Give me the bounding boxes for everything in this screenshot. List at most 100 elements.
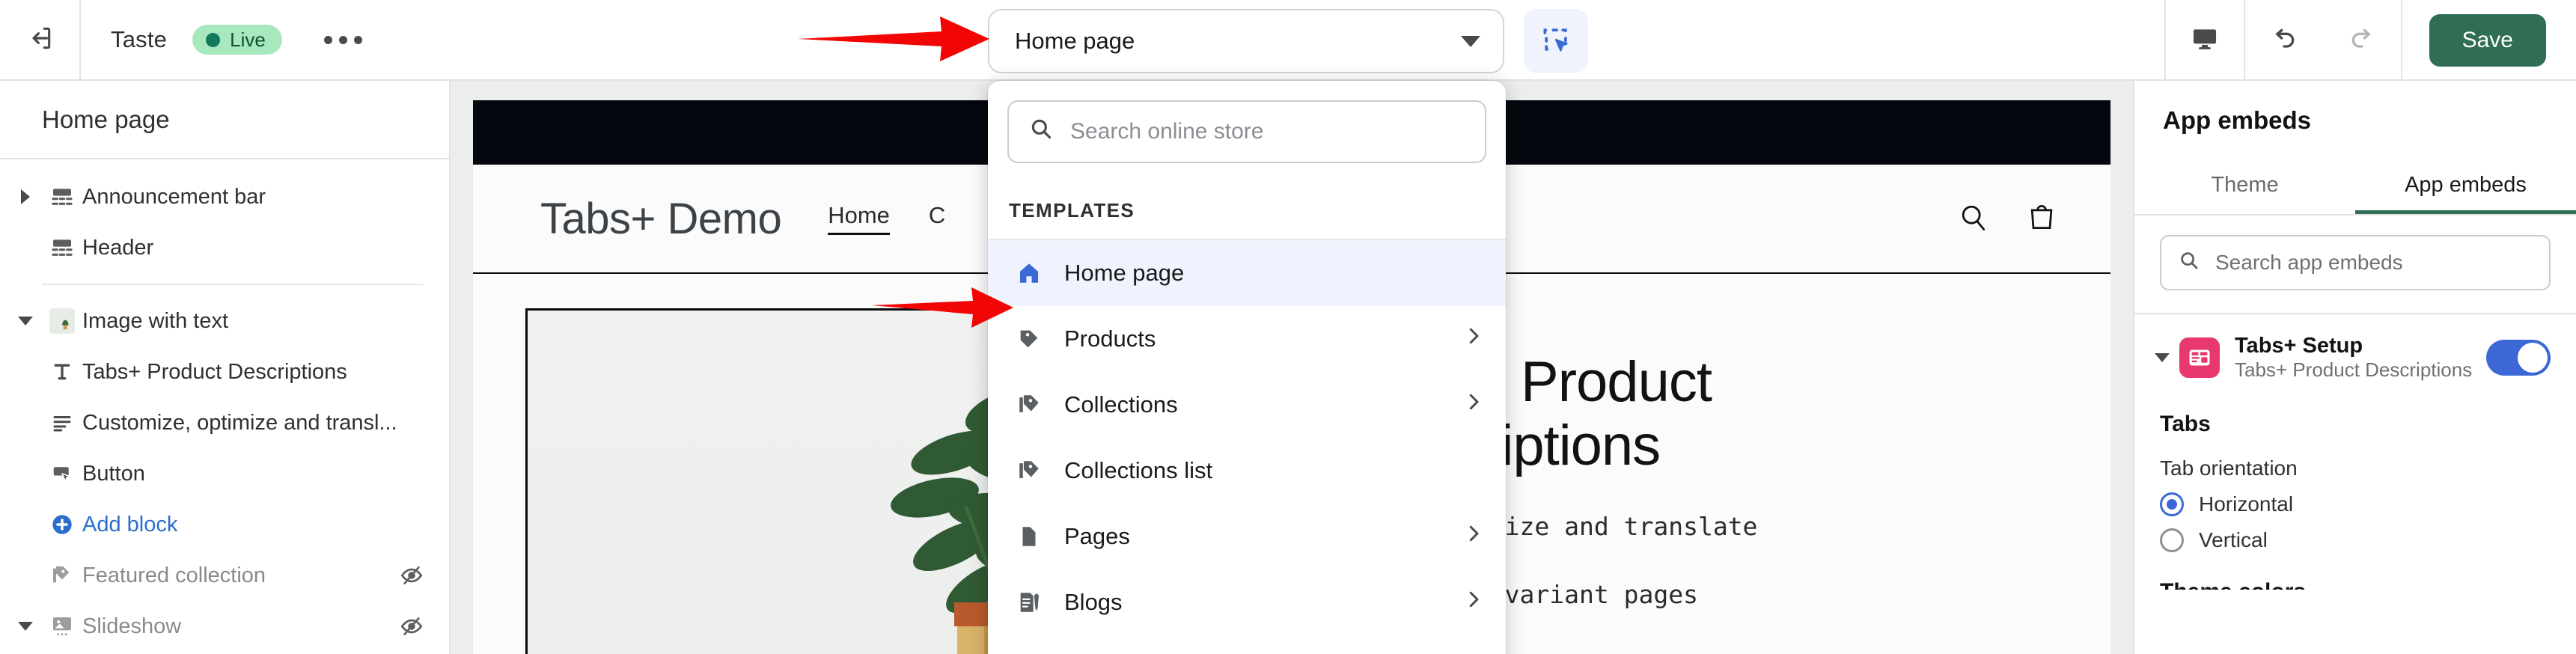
hide-section-button[interactable] [400, 563, 424, 587]
sidebar-item-image-with-text[interactable]: Image with text [0, 296, 449, 346]
settings-panel: App embeds Theme App embeds Search app e… [2133, 81, 2576, 654]
dropdown-item-pages[interactable]: Pages [988, 504, 1506, 569]
sidebar-item-label: Header [82, 235, 154, 260]
toolbar-divider [2400, 0, 2402, 81]
store-info-group: Taste Live [81, 25, 371, 55]
search-icon [1028, 116, 1054, 147]
chevron-right-icon [1462, 325, 1485, 353]
more-horizontal-icon [353, 35, 362, 44]
sidebar-item-label: Featured collection [82, 563, 266, 587]
status-badge: Live [192, 25, 282, 55]
app-embed-row-tabs-setup[interactable]: Tabs+ Setup Tabs+ Product Descriptions [2134, 314, 2576, 398]
panel-title: App embeds [2163, 106, 2312, 134]
plus-circle-icon [42, 513, 82, 537]
page-selector-group: Home page [988, 9, 1588, 73]
select-region-button[interactable] [1524, 9, 1588, 73]
sidebar-item-announcement-bar[interactable]: Announcement bar [0, 171, 449, 222]
sidebar-item-button[interactable]: Button [0, 448, 449, 499]
disclosure-twisty[interactable] [2145, 353, 2179, 362]
hide-section-button[interactable] [400, 614, 424, 638]
blog-icon [1015, 590, 1043, 615]
dropdown-item-label: Home page [1064, 260, 1185, 286]
online-store-search-placeholder: Search online store [1070, 119, 1264, 144]
disclosure-twisty[interactable] [9, 622, 42, 631]
dropdown-item-blog-posts[interactable]: Blog posts [988, 635, 1506, 654]
disclosure-twisty[interactable] [9, 189, 42, 204]
exit-icon [25, 24, 54, 56]
dropdown-item-label: Pages [1064, 523, 1130, 549]
disclosure-twisty[interactable] [9, 317, 42, 326]
top-bar-actions: Save [2164, 0, 2576, 81]
dropdown-item-blogs[interactable]: Blogs [988, 569, 1506, 635]
more-horizontal-icon [323, 35, 332, 44]
tab-app-embeds[interactable]: App embeds [2355, 159, 2576, 214]
sidebar-item-tabs-product-descriptions[interactable]: Tabs+ Product Descriptions [0, 346, 449, 397]
radio-option-horizontal[interactable]: Horizontal [2160, 492, 2551, 516]
more-options-button[interactable] [315, 25, 371, 55]
sidebar-item-customize-optimize[interactable]: Customize, optimize and transl... [0, 397, 449, 448]
radio-label: Horizontal [2199, 492, 2294, 516]
sidebar-item-label: Customize, optimize and transl... [82, 410, 397, 435]
dropdown-item-label: Blogs [1064, 589, 1123, 615]
page-selector-dropdown: Search online store TEMPLATES Home page … [988, 81, 1506, 654]
select-region-icon [1539, 23, 1572, 60]
preview-nav-catalog[interactable]: C [929, 202, 945, 235]
sidebar-item-slideshow[interactable]: Slideshow [0, 601, 449, 652]
status-dot-icon [206, 32, 221, 47]
undo-button[interactable] [2245, 0, 2323, 81]
radio-horizontal-icon[interactable] [2160, 492, 2184, 516]
header-icon [42, 236, 82, 260]
radio-vertical-icon[interactable] [2160, 528, 2184, 552]
preview-nav-home[interactable]: Home [828, 202, 890, 235]
dropdown-item-products[interactable]: Products [988, 306, 1506, 372]
panel-tabs: Theme App embeds [2134, 159, 2576, 216]
tab-theme[interactable]: Theme [2134, 159, 2355, 214]
product-tag-icon [1015, 326, 1043, 352]
dropdown-item-home-page[interactable]: Home page [988, 240, 1506, 306]
redo-button[interactable] [2323, 0, 2401, 81]
chevron-right-icon [1462, 391, 1485, 419]
device-preview-button[interactable] [2166, 0, 2244, 81]
sidebar-item-featured-collection[interactable]: Featured collection [0, 550, 449, 601]
top-bar: Taste Live Home page Save [0, 0, 2576, 81]
dropdown-item-collections-list[interactable]: Collections list [988, 438, 1506, 504]
dropdown-item-collections[interactable]: Collections [988, 372, 1506, 438]
tab-orientation-label: Tab orientation [2160, 456, 2298, 480]
sidebar-item-header[interactable]: Header [0, 222, 449, 273]
save-button[interactable]: Save [2429, 14, 2546, 67]
undo-icon [2269, 24, 2299, 58]
chevron-down-icon [1461, 35, 1480, 47]
store-name: Taste [111, 26, 168, 52]
exit-editor-button[interactable] [0, 0, 79, 79]
page-selector[interactable]: Home page [988, 9, 1504, 73]
search-icon[interactable] [1956, 201, 1989, 237]
paragraph-icon [42, 412, 82, 434]
sidebar-title: Home page [0, 81, 449, 159]
announcement-bar-icon [42, 185, 82, 209]
cart-icon[interactable] [2025, 201, 2058, 237]
sidebar-item-label: Image with text [82, 308, 229, 333]
app-embeds-search-input[interactable]: Search app embeds [2160, 235, 2551, 290]
sidebar-item-label: Slideshow [82, 614, 182, 638]
app-embed-text: Tabs+ Setup Tabs+ Product Descriptions [2235, 334, 2472, 382]
theme-editor-app: Taste Live Home page Save Home page Anno… [0, 0, 2576, 654]
collection-tag-icon [42, 563, 82, 587]
preview-store-logo: Tabs+ Demo [540, 194, 782, 243]
online-store-search-input[interactable]: Search online store [1007, 100, 1486, 163]
status-badge-label: Live [230, 28, 266, 51]
radio-option-vertical[interactable]: Vertical [2160, 528, 2551, 552]
tabs-section-title: Tabs [2160, 412, 2211, 436]
app-embed-toggle[interactable] [2486, 340, 2551, 376]
panel-search-wrap: Search app embeds [2134, 216, 2576, 314]
page-icon [1015, 524, 1043, 549]
collection-tag-icon [1015, 392, 1043, 418]
sidebar-item-add-block[interactable]: Add block [0, 499, 449, 550]
chevron-right-icon [1462, 522, 1485, 551]
next-section-title-partial: Theme colors [2134, 564, 2576, 590]
chevron-right-icon [21, 189, 30, 204]
preview-header-icons [1956, 201, 2058, 237]
sidebar-item-label: Button [82, 461, 145, 486]
sections-sidebar: Home page Announcement bar Header Image … [0, 81, 451, 654]
image-thumb-icon [42, 308, 82, 334]
radio-label: Vertical [2199, 528, 2268, 551]
